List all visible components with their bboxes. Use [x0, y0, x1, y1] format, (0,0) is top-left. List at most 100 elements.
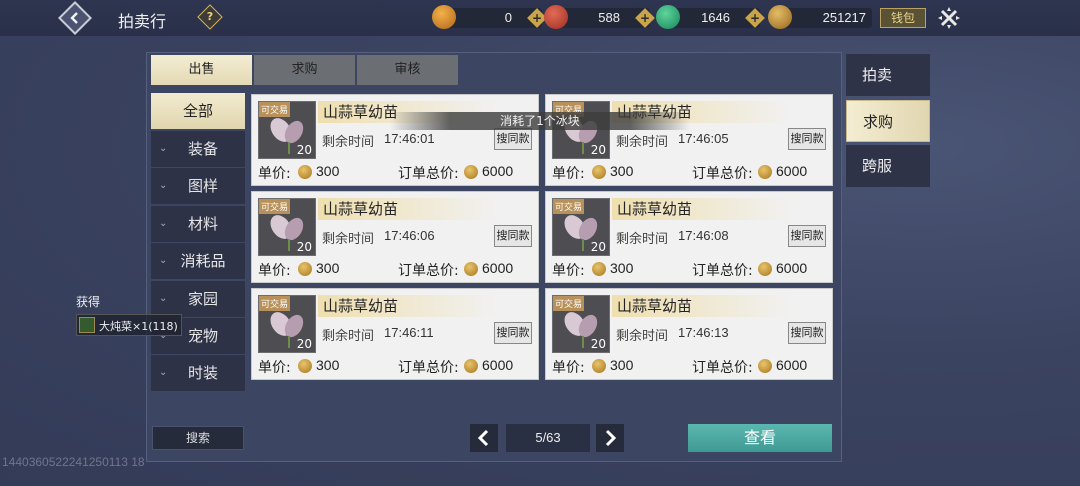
listing-card[interactable]: 可交易 20 山蒜草幼苗 剩余时间 17:46:08 搜同款 单价: 300 订单总价: 6000 — [545, 191, 833, 283]
total-price-label: 订单总价: — [692, 360, 753, 376]
coin-icon — [298, 359, 312, 373]
unit-price-value: 300 — [316, 260, 340, 276]
category-materials[interactable]: ⌄ 材料 — [151, 206, 245, 242]
search-same-button[interactable]: 搜同款 — [494, 128, 532, 150]
chevron-right-icon — [605, 429, 617, 447]
page-indicator: 5/63 — [506, 424, 590, 452]
total-price-value: 6000 — [482, 260, 514, 276]
remaining-time-label: 剩余时间 — [616, 232, 669, 247]
unit-price-value: 300 — [316, 163, 340, 179]
gain-item: 大炖菜×1(118) — [76, 314, 182, 336]
coin-icon — [464, 165, 478, 179]
remaining-time-label: 剩余时间 — [616, 329, 669, 344]
item-name: 山蒜草幼苗 — [612, 198, 792, 220]
remaining-time-value: 17:46:01 — [384, 131, 435, 146]
unit-price-label: 单价: — [258, 360, 291, 376]
remaining-time-label: 剩余时间 — [322, 232, 375, 247]
listing-card[interactable]: 可交易 20 山蒜草幼苗剩余时间 17:46:06 搜同款单价: 300 订单总价: 6000 — [251, 191, 539, 283]
category-patterns[interactable]: ⌄ 图样 — [151, 168, 245, 204]
category-fashion[interactable]: ⌄ 时装 — [151, 355, 245, 391]
search-same-button[interactable]: 搜同款 — [494, 225, 532, 247]
coin-icon — [592, 262, 606, 276]
coin-icon — [464, 359, 478, 373]
unit-price-label: 单价: — [552, 166, 585, 182]
unit-price-label: 单价: — [258, 263, 291, 279]
item-name: 山蒜草幼苗 — [318, 198, 498, 220]
remaining-time-label: 剩余时间 — [616, 135, 669, 150]
prev-page-button[interactable] — [470, 424, 498, 452]
view-button[interactable]: 查看 — [688, 424, 832, 452]
total-price-label: 订单总价: — [398, 166, 459, 182]
category-all[interactable]: 全部 — [151, 93, 245, 129]
remaining-time-label: 剩余时间 — [322, 329, 375, 344]
category-home[interactable]: ⌄ 家园 — [151, 281, 245, 317]
unit-price-value: 300 — [610, 163, 634, 179]
tab-buy-request[interactable]: 求购 — [254, 55, 355, 85]
wallet-button[interactable]: 钱包 — [880, 8, 926, 28]
silver-coin-icon — [768, 5, 792, 29]
item-quantity: 20 — [590, 240, 606, 254]
unit-price-label: 单价: — [258, 166, 291, 182]
total-price-value: 6000 — [776, 260, 808, 276]
search-button[interactable]: 搜索 — [152, 426, 244, 450]
remaining-time-value: 17:46:08 — [678, 228, 729, 243]
total-price-label: 订单总价: — [398, 263, 459, 279]
search-same-button[interactable]: 搜同款 — [494, 322, 532, 344]
tradeable-badge: 可交易 — [553, 199, 585, 214]
next-page-button[interactable] — [596, 424, 624, 452]
total-price-label: 订单总价: — [692, 263, 753, 279]
category-consumables[interactable]: ⌄ 消耗品 — [151, 243, 245, 279]
search-same-button[interactable]: 搜同款 — [788, 128, 826, 150]
add-red-orb-button[interactable]: + — [635, 8, 655, 28]
category-equipment[interactable]: ⌄ 装备 — [151, 131, 245, 167]
remaining-time-value: 17:46:11 — [384, 325, 434, 340]
page-title: 拍卖行 — [118, 12, 167, 31]
item-icon: 可交易 20 — [258, 101, 316, 159]
coin-icon — [464, 262, 478, 276]
unit-price-value: 300 — [610, 260, 634, 276]
jade-icon — [656, 5, 680, 29]
currency-red-orb: 588 + — [544, 5, 655, 29]
search-same-button[interactable]: 搜同款 — [788, 322, 826, 344]
toast-message: 消耗了1个冰块 — [390, 112, 690, 130]
right-tab-auction[interactable]: 拍卖 — [846, 54, 930, 96]
currency-gold-ingot: 0 + — [432, 5, 547, 29]
listing-card[interactable]: 可交易20山蒜草幼苗剩余时间17:46:05搜同款单价:300订单总价:6000 — [545, 94, 833, 186]
remaining-time-value: 17:46:05 — [678, 131, 729, 146]
item-quantity: 20 — [296, 240, 312, 254]
right-tab-cross-server[interactable]: 跨服 — [846, 145, 930, 187]
search-same-button[interactable]: 搜同款 — [788, 225, 826, 247]
item-icon: 可交易 20 — [552, 198, 610, 256]
tradeable-badge: 可交易 — [259, 296, 291, 311]
add-jade-button[interactable]: + — [745, 8, 765, 28]
tab-sell[interactable]: 出售 — [151, 55, 252, 85]
listing-card[interactable]: 可交易 20 山蒜草幼苗 剩余时间 17:46:01 搜同款 单价: 300 订单总价: 6000 — [251, 94, 539, 186]
coin-icon — [592, 359, 606, 373]
right-tab-buy-request[interactable]: 求购 — [846, 100, 930, 142]
total-price-value: 6000 — [776, 163, 808, 179]
gain-title: 获得 — [76, 295, 101, 309]
total-price-value: 6000 — [776, 357, 808, 373]
player-id: 1440360522241250113 18 — [2, 455, 145, 469]
gold-ingot-icon — [432, 5, 456, 29]
back-button[interactable] — [58, 1, 92, 35]
currency-jade: 1646 + — [656, 5, 765, 29]
coin-icon — [758, 165, 772, 179]
coin-icon — [758, 359, 772, 373]
remaining-time-value: 17:46:06 — [384, 228, 435, 243]
item-quantity: 20 — [296, 143, 312, 157]
stew-icon — [79, 317, 95, 333]
item-quantity: 20 — [590, 143, 606, 157]
listing-card[interactable]: 可交易 20 山蒜草幼苗 剩余时间 17:46:13 搜同款 单价: 300 订单总价: 6000 — [545, 288, 833, 380]
listing-card[interactable]: 可交易 20 山蒜草幼苗 剩余时间 17:46:11 搜同款 单价: 300 订单总价: 6000 — [251, 288, 539, 380]
item-icon: 可交易 20 — [258, 198, 316, 256]
tab-review[interactable]: 审核 — [357, 55, 458, 85]
unit-price-value: 300 — [610, 357, 634, 373]
item-quantity: 20 — [296, 337, 312, 351]
coin-icon — [298, 262, 312, 276]
coin-icon — [298, 165, 312, 179]
remaining-time-value: 17:46:13 — [678, 325, 729, 340]
item-icon: 可交易 20 — [258, 295, 316, 353]
close-icon[interactable] — [936, 5, 962, 31]
item-icon: 可交易 20 — [552, 295, 610, 353]
